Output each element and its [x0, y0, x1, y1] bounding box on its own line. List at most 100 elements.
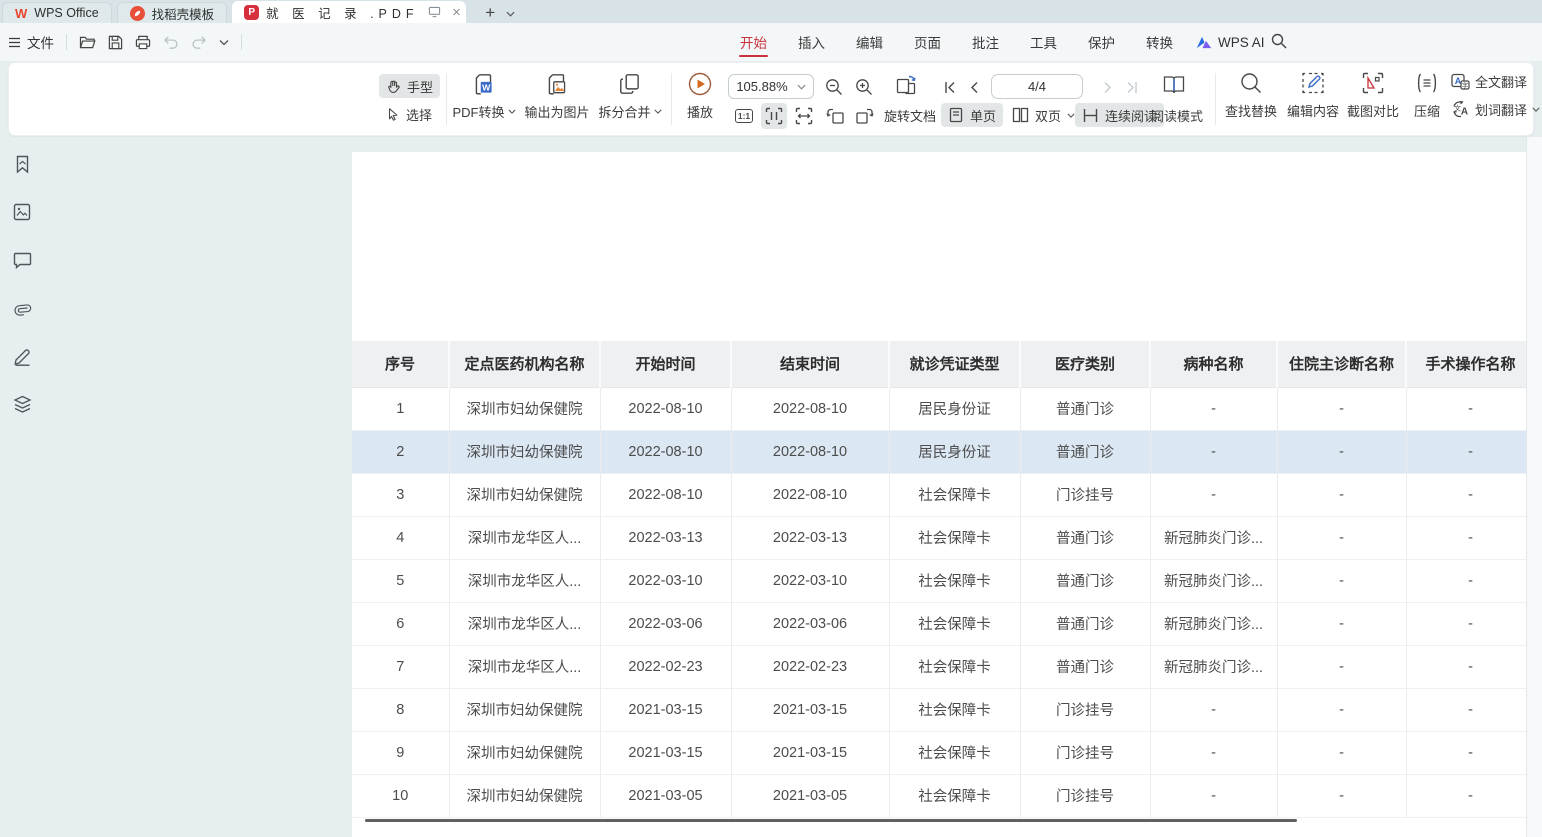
chevron-down-icon [508, 109, 516, 114]
table-cell: 社会保障卡 [889, 602, 1020, 645]
layers-icon[interactable] [9, 391, 35, 417]
select-tool-button[interactable]: 选择 [379, 102, 439, 126]
read-mode-label: 阅读模式 [1151, 106, 1203, 125]
menu-item-2[interactable]: 编辑 [855, 22, 884, 62]
table-body: 1深圳市妇幼保健院2022-08-102022-08-10居民身份证普通门诊--… [352, 387, 1526, 817]
table-cell: 深圳市妇幼保健院 [449, 688, 600, 731]
export-as-image-button[interactable]: 输出为图片 [521, 71, 593, 121]
table-bottom-border [365, 819, 1297, 822]
actual-size-button[interactable]: 1:1 [731, 103, 757, 129]
fit-page-button[interactable] [761, 103, 787, 129]
first-page-button[interactable] [937, 74, 963, 100]
undo-icon[interactable] [163, 35, 179, 49]
play-button[interactable]: 播放 [677, 71, 723, 121]
save-icon[interactable] [108, 35, 123, 50]
menu-item-3[interactable]: 页面 [913, 22, 942, 62]
menu-item-4[interactable]: 批注 [971, 22, 1000, 62]
table-cell: 门诊挂号 [1020, 688, 1150, 731]
word-translate-label: 划词翻译 [1475, 100, 1527, 119]
hand-tool-button[interactable]: 手型 [379, 74, 440, 98]
hand-tool-label: 手型 [407, 77, 433, 96]
print-icon[interactable] [135, 35, 151, 50]
pdf-convert-button[interactable]: W PDF转换 [449, 71, 519, 121]
single-page-button[interactable]: 单页 [941, 103, 1003, 127]
new-tab-button[interactable]: + [479, 3, 501, 23]
table-cell: 2021-03-05 [600, 774, 731, 817]
table-cell: 新冠肺炎门诊... [1150, 645, 1277, 688]
read-mode-button[interactable]: 阅读模式 [1144, 103, 1210, 127]
table-cell: 7 [352, 645, 449, 688]
word-translate-button[interactable]: A文 划词翻译 [1451, 100, 1540, 119]
double-page-button[interactable]: 双页 [1005, 103, 1082, 127]
menu-item-1[interactable]: 插入 [797, 22, 826, 62]
table-row: 2深圳市妇幼保健院2022-08-102022-08-10居民身份证普通门诊--… [352, 430, 1526, 473]
comments-icon[interactable] [9, 247, 35, 273]
find-replace-button[interactable]: 查找替换 [1221, 71, 1281, 120]
redo-icon[interactable] [191, 35, 207, 49]
fit-width-button[interactable] [791, 103, 817, 129]
table-cell: - [1150, 387, 1277, 430]
zoom-level-select[interactable]: 105.88% [728, 74, 814, 99]
table-cell: 9 [352, 731, 449, 774]
more-commands-chevron-icon[interactable] [219, 39, 229, 46]
zoom-in-button[interactable] [851, 74, 877, 100]
next-page-button[interactable] [1095, 74, 1121, 100]
zoom-level-value: 105.88% [736, 79, 787, 94]
search-icon[interactable] [1271, 33, 1287, 49]
table-cell: 普通门诊 [1020, 516, 1150, 559]
split-merge-label: 拆分合并 [598, 102, 650, 121]
signature-icon[interactable] [9, 343, 35, 369]
svg-text:A: A [1461, 107, 1468, 118]
tab-wps-office[interactable]: W WPS Office [2, 2, 112, 23]
compress-button[interactable]: 压缩 [1405, 71, 1449, 120]
previous-page-button[interactable] [961, 74, 987, 100]
zoom-out-button[interactable] [821, 74, 847, 100]
edit-content-button[interactable]: 编辑内容 [1283, 71, 1343, 120]
attachments-icon[interactable] [9, 295, 35, 321]
file-menu-label: 文件 [27, 32, 54, 52]
tab-document-pdf[interactable]: P 就 医 记 录 .PDF × [232, 1, 466, 23]
rotate-left-button[interactable] [823, 103, 849, 129]
rotate-pages-icon[interactable] [893, 73, 919, 99]
full-text-translate-button[interactable]: A字 全文翻译 [1451, 72, 1540, 91]
export-image-label: 输出为图片 [524, 102, 589, 121]
thumbnails-icon[interactable] [9, 199, 35, 225]
open-file-icon[interactable] [79, 35, 96, 49]
table-cell: 深圳市妇幼保健院 [449, 731, 600, 774]
table-cell: 2022-02-23 [731, 645, 889, 688]
menu-item-6[interactable]: 保护 [1087, 22, 1116, 62]
table-cell: 普通门诊 [1020, 559, 1150, 602]
table-cell: 2022-03-10 [731, 559, 889, 602]
screenshot-compare-button[interactable]: 截图对比 [1343, 71, 1403, 120]
screenshot-compare-icon [1361, 71, 1385, 95]
table-cell: - [1406, 645, 1526, 688]
file-menu-button[interactable]: 文件 [8, 32, 54, 52]
tab-docer-templates[interactable]: 找稻壳模板 [117, 2, 228, 23]
tab-list-chevron-icon[interactable] [501, 5, 519, 23]
rotate-right-button[interactable] [851, 103, 877, 129]
vertical-scrollbar[interactable] [1526, 137, 1542, 837]
monitor-icon[interactable] [426, 3, 444, 21]
column-header: 手术操作名称 [1406, 341, 1526, 387]
menu-item-7[interactable]: 转换 [1145, 22, 1174, 62]
continuous-reading-icon [1082, 108, 1099, 123]
page-number-input[interactable] [991, 74, 1083, 99]
compress-icon [1415, 71, 1439, 95]
read-mode-icon[interactable] [1161, 72, 1187, 98]
column-header: 序号 [352, 341, 449, 387]
close-tab-icon[interactable]: × [448, 3, 466, 21]
table-cell: 2022-03-10 [600, 559, 731, 602]
table-cell: - [1277, 774, 1406, 817]
last-page-button[interactable] [1119, 74, 1145, 100]
table-cell: 6 [352, 602, 449, 645]
table-cell: - [1406, 774, 1526, 817]
menu-item-5[interactable]: 工具 [1029, 22, 1058, 62]
table-cell: - [1277, 645, 1406, 688]
play-label: 播放 [687, 102, 713, 121]
bookmark-icon[interactable] [9, 151, 35, 177]
rotate-document-button[interactable]: 旋转文档 [877, 103, 943, 127]
menu-item-0[interactable]: 开始 [739, 22, 768, 62]
split-merge-button[interactable]: 拆分合并 [597, 71, 663, 121]
wps-ai-button[interactable]: WPS AI [1196, 23, 1265, 61]
table-row: 5深圳市龙华区人...2022-03-102022-03-10社会保障卡普通门诊… [352, 559, 1526, 602]
